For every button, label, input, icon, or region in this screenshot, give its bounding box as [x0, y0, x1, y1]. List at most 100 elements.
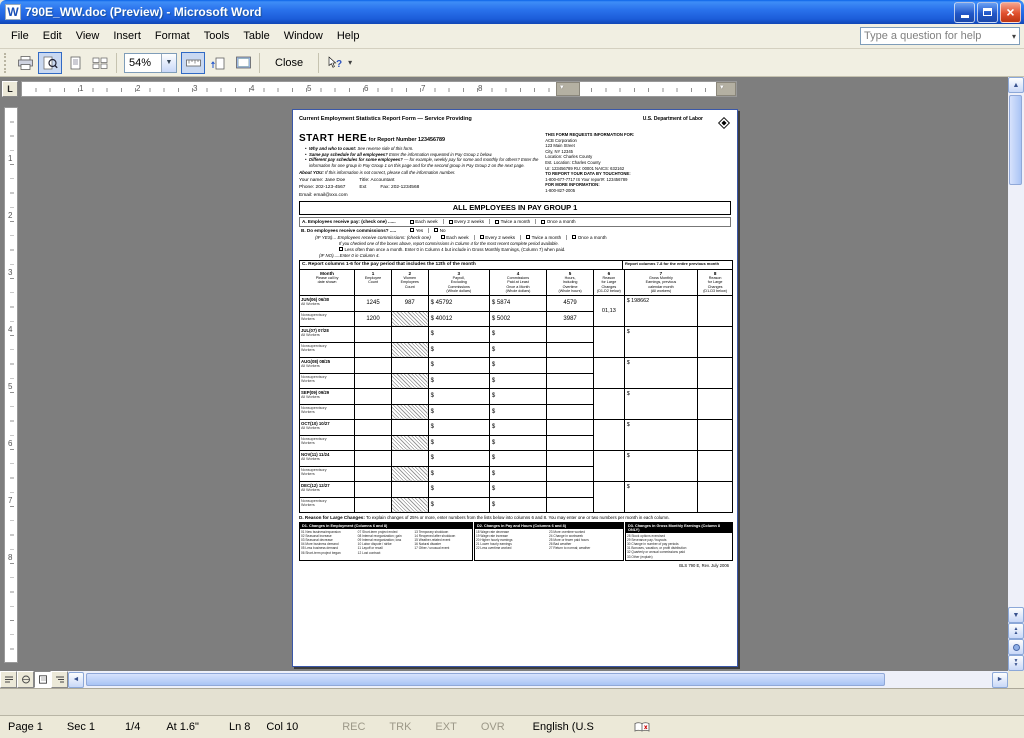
gross-earnings-cell[interactable]: $: [624, 450, 698, 481]
minimize-button[interactable]: [954, 2, 975, 23]
indent-marker-icon[interactable]: ▾: [560, 83, 564, 91]
data-cell[interactable]: [355, 450, 392, 466]
scroll-left-button[interactable]: ◄: [68, 672, 84, 688]
data-cell[interactable]: [547, 466, 594, 481]
data-cell[interactable]: [391, 481, 428, 497]
vertical-scrollbar[interactable]: ▲ ▼ ▲▲ ▼▼: [1008, 77, 1024, 671]
scroll-up-button[interactable]: ▲: [1008, 77, 1024, 93]
checkbox-icon[interactable]: [410, 228, 414, 232]
data-cell[interactable]: [547, 435, 594, 450]
data-cell[interactable]: [547, 342, 594, 357]
checkbox-icon[interactable]: [441, 235, 445, 239]
data-cell[interactable]: [355, 388, 392, 404]
print-button[interactable]: [13, 52, 37, 74]
checkbox-icon[interactable]: [572, 235, 576, 239]
data-cell[interactable]: [391, 419, 428, 435]
data-cell[interactable]: $ 40012: [428, 311, 489, 326]
tab-stop-selector[interactable]: L: [2, 81, 18, 97]
data-cell[interactable]: [391, 326, 428, 342]
multiple-pages-button[interactable]: [88, 52, 112, 74]
data-cell[interactable]: 987: [391, 295, 428, 311]
menu-tools[interactable]: Tools: [197, 26, 237, 46]
reason-8-cell[interactable]: [698, 450, 733, 481]
data-cell[interactable]: $: [428, 497, 489, 512]
data-cell[interactable]: [391, 450, 428, 466]
web-layout-view-button[interactable]: [17, 671, 34, 688]
help-button[interactable]: ?: [323, 52, 347, 74]
previous-page-button[interactable]: ▲▲: [1008, 623, 1024, 639]
data-cell[interactable]: [355, 357, 392, 373]
data-cell[interactable]: $: [428, 388, 489, 404]
checkbox-icon[interactable]: [434, 228, 438, 232]
data-cell[interactable]: [355, 481, 392, 497]
select-browse-object-button[interactable]: [1008, 639, 1024, 655]
normal-view-button[interactable]: [0, 671, 17, 688]
horizontal-ruler[interactable]: ▾ ▾ 12345678: [21, 81, 737, 97]
reason-6-cell[interactable]: [594, 419, 625, 450]
chevron-down-icon[interactable]: ▼: [161, 54, 176, 72]
data-cell[interactable]: $: [489, 342, 546, 357]
data-cell[interactable]: $: [489, 388, 546, 404]
data-cell[interactable]: $: [428, 419, 489, 435]
data-cell[interactable]: $: [428, 404, 489, 419]
data-cell[interactable]: [391, 388, 428, 404]
chevron-down-icon[interactable]: ▾: [348, 58, 352, 67]
data-cell[interactable]: 1200: [355, 311, 392, 326]
data-cell[interactable]: $: [489, 450, 546, 466]
data-cell[interactable]: $: [489, 419, 546, 435]
data-cell[interactable]: $: [489, 435, 546, 450]
data-cell[interactable]: [547, 481, 594, 497]
menu-help[interactable]: Help: [330, 26, 367, 46]
vertical-scroll-track[interactable]: [1008, 93, 1024, 607]
data-cell[interactable]: $: [489, 466, 546, 481]
gross-earnings-cell[interactable]: $: [624, 357, 698, 388]
data-cell[interactable]: $ 5874: [489, 295, 546, 311]
checkbox-icon[interactable]: [541, 220, 545, 224]
data-cell[interactable]: [547, 419, 594, 435]
data-cell[interactable]: [547, 373, 594, 388]
reason-6-cell[interactable]: [594, 326, 625, 357]
data-cell[interactable]: $: [428, 481, 489, 497]
data-cell[interactable]: $: [428, 357, 489, 373]
table-column-marker[interactable]: [716, 82, 736, 96]
gross-earnings-cell[interactable]: $: [624, 481, 698, 512]
menu-window[interactable]: Window: [277, 26, 330, 46]
data-cell[interactable]: $: [489, 326, 546, 342]
data-cell[interactable]: [355, 342, 392, 357]
reason-6-cell[interactable]: [594, 481, 625, 512]
full-screen-button[interactable]: [231, 52, 255, 74]
data-cell[interactable]: $ 5002: [489, 311, 546, 326]
menu-view[interactable]: View: [69, 26, 107, 46]
data-cell[interactable]: $: [428, 450, 489, 466]
data-cell[interactable]: [355, 419, 392, 435]
data-cell[interactable]: $: [428, 342, 489, 357]
gross-earnings-cell[interactable]: $ 198662: [624, 295, 698, 326]
data-cell[interactable]: [355, 373, 392, 388]
horizontal-scroll-track[interactable]: [84, 672, 992, 688]
reason-8-cell[interactable]: [698, 357, 733, 388]
data-cell[interactable]: [547, 357, 594, 373]
data-cell[interactable]: [547, 450, 594, 466]
reason-8-cell[interactable]: [698, 326, 733, 357]
horizontal-scroll-thumb[interactable]: [86, 673, 885, 686]
data-cell[interactable]: $: [428, 326, 489, 342]
data-cell[interactable]: $: [428, 435, 489, 450]
outline-view-button[interactable]: [51, 671, 68, 688]
data-cell[interactable]: $: [428, 466, 489, 481]
reason-6-cell[interactable]: 01,13: [594, 295, 625, 326]
checkbox-icon[interactable]: [410, 220, 414, 224]
data-cell[interactable]: [391, 357, 428, 373]
data-cell[interactable]: [355, 466, 392, 481]
menu-edit[interactable]: Edit: [36, 26, 69, 46]
data-cell[interactable]: 1245: [355, 295, 392, 311]
reason-8-cell[interactable]: [698, 295, 733, 326]
magnifier-button[interactable]: [38, 52, 62, 74]
view-ruler-button[interactable]: [181, 52, 205, 74]
data-cell[interactable]: $ 45792: [428, 295, 489, 311]
question-help-input[interactable]: Type a question for help ▾: [860, 27, 1020, 45]
gross-earnings-cell[interactable]: $: [624, 419, 698, 450]
checkbox-icon[interactable]: [449, 220, 453, 224]
close-window-button[interactable]: ×: [1000, 2, 1021, 23]
title-bar[interactable]: W 790E_WW.doc (Preview) - Microsoft Word…: [0, 0, 1024, 24]
data-cell[interactable]: 4579: [547, 295, 594, 311]
